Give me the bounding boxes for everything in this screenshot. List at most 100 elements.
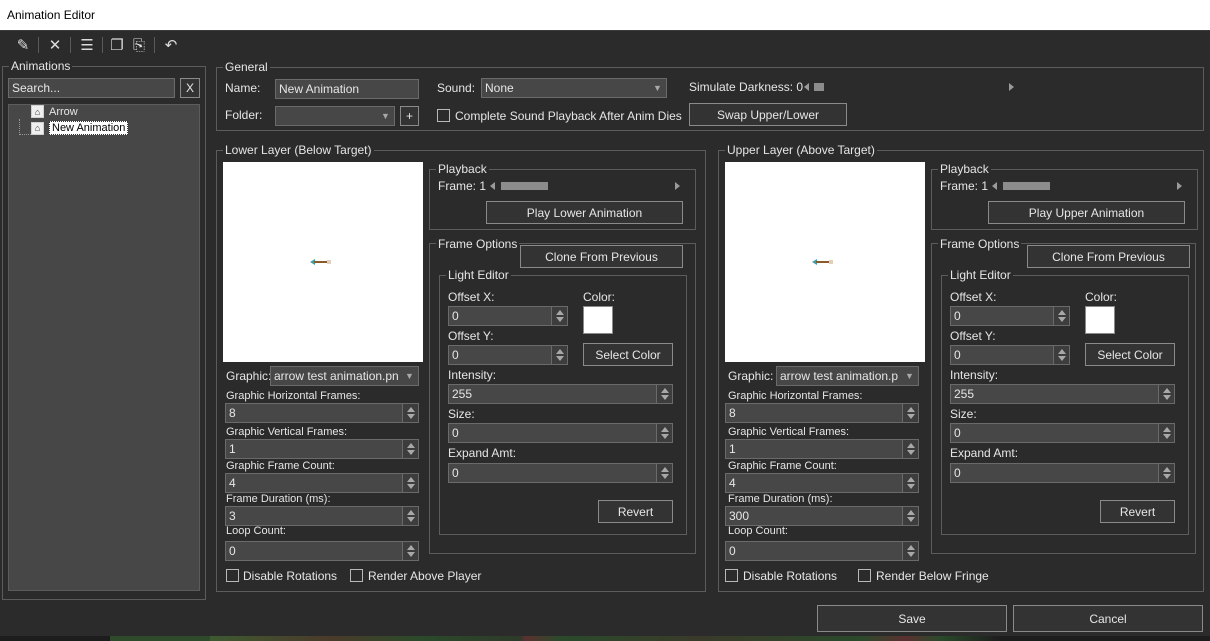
new-icon[interactable]: ✎ (12, 34, 34, 56)
upper-frame-slider[interactable] (992, 180, 1182, 192)
upper-offset-x-input[interactable]: 0 (950, 306, 1070, 326)
spinner-icon[interactable] (1158, 464, 1174, 482)
spinner-icon[interactable] (902, 440, 918, 458)
spinner-icon[interactable] (402, 440, 418, 458)
spinner-icon[interactable] (1158, 385, 1174, 403)
upper-revert-button[interactable]: Revert (1100, 500, 1175, 523)
lower-disable-rotations-label: Disable Rotations (243, 569, 338, 583)
upper-playback-label: Playback (938, 162, 991, 176)
slider-thumb[interactable] (814, 83, 824, 91)
slider-thumb[interactable] (1003, 182, 1050, 190)
spinner-icon[interactable] (402, 507, 418, 525)
upper-intensity-label: Intensity: (950, 368, 999, 382)
save-button[interactable]: Save (817, 605, 1007, 632)
animations-tree[interactable]: ⌂ Arrow ⌂ New Animation (8, 104, 200, 591)
upper-hframes-input[interactable]: 8 (725, 403, 919, 423)
cancel-button[interactable]: Cancel (1013, 605, 1203, 632)
lower-loop-input[interactable]: 0 (225, 541, 419, 561)
lower-offset-y-input[interactable]: 0 (448, 345, 568, 365)
spinner-icon[interactable] (551, 307, 567, 325)
spinner-icon[interactable] (551, 346, 567, 364)
animation-file-icon: ⌂ (31, 105, 44, 118)
lower-clone-from-previous-button[interactable]: Clone From Previous (520, 245, 683, 268)
spinner-icon[interactable] (902, 542, 918, 560)
simulate-darkness-slider[interactable] (804, 81, 1014, 93)
spinner-icon[interactable] (1158, 424, 1174, 442)
spinner-icon[interactable] (402, 404, 418, 422)
spinner-icon[interactable] (902, 404, 918, 422)
lower-size-value: 0 (452, 426, 459, 440)
lower-expand-input[interactable]: 0 (448, 463, 673, 483)
upper-preview-canvas[interactable] (725, 162, 925, 362)
add-folder-button[interactable]: + (400, 106, 419, 126)
lower-preview-canvas[interactable] (223, 162, 423, 362)
properties-icon[interactable]: ☰ (76, 34, 98, 56)
search-input[interactable]: Search... (8, 78, 175, 98)
lower-vframes-input[interactable]: 1 (225, 439, 419, 459)
upper-vframes-input[interactable]: 1 (725, 439, 919, 459)
upper-select-color-button[interactable]: Select Color (1085, 343, 1175, 366)
lower-size-input[interactable]: 0 (448, 423, 673, 443)
chevron-down-icon: ▼ (405, 371, 414, 381)
spinner-icon[interactable] (1053, 346, 1069, 364)
play-lower-animation-button[interactable]: Play Lower Animation (486, 201, 683, 224)
upper-frame-options-label: Frame Options (938, 237, 1022, 251)
lower-graphic-select[interactable]: arrow test animation.pn ▼ (270, 366, 419, 386)
upper-intensity-input[interactable]: 255 (950, 384, 1175, 404)
general-label: General (223, 60, 270, 74)
spinner-icon[interactable] (402, 542, 418, 560)
lower-duration-input[interactable]: 3 (225, 506, 419, 526)
lower-frame-count-input[interactable]: 4 (225, 473, 419, 493)
upper-duration-input[interactable]: 300 (725, 506, 919, 526)
lower-intensity-input[interactable]: 255 (448, 384, 673, 404)
complete-sound-checkbox[interactable] (437, 109, 450, 122)
lower-disable-rotations-checkbox[interactable] (226, 569, 239, 582)
delete-icon[interactable]: ✕ (44, 34, 66, 56)
render-below-fringe-checkbox[interactable] (858, 569, 871, 582)
name-input[interactable]: New Animation (275, 79, 419, 99)
undo-icon[interactable]: ↶ (160, 34, 182, 56)
upper-expand-value: 0 (954, 466, 961, 480)
upper-disable-rotations-label: Disable Rotations (743, 569, 838, 583)
upper-disable-rotations-checkbox[interactable] (725, 569, 738, 582)
upper-loop-label: Loop Count: (728, 525, 788, 537)
lower-revert-button[interactable]: Revert (598, 500, 673, 523)
upper-expand-input[interactable]: 0 (950, 463, 1175, 483)
spinner-icon[interactable] (402, 474, 418, 492)
lower-frame-count-label: Graphic Frame Count: (226, 460, 335, 472)
upper-frame-count-value: 4 (729, 476, 736, 490)
upper-clone-from-previous-button[interactable]: Clone From Previous (1027, 245, 1190, 268)
spinner-icon[interactable] (902, 474, 918, 492)
spinner-icon[interactable] (656, 424, 672, 442)
lower-select-color-button[interactable]: Select Color (583, 343, 673, 366)
chevron-down-icon: ▼ (905, 371, 914, 381)
folder-select[interactable]: ▼ (275, 106, 395, 126)
tree-item-arrow[interactable]: ⌂ Arrow (31, 105, 78, 118)
upper-color-swatch[interactable] (1085, 306, 1115, 334)
tree-item-new-animation[interactable]: ⌂ New Animation (31, 121, 129, 135)
spinner-icon[interactable] (656, 385, 672, 403)
upper-offset-y-input[interactable]: 0 (950, 345, 1070, 365)
play-upper-animation-button[interactable]: Play Upper Animation (988, 201, 1185, 224)
spinner-icon[interactable] (656, 464, 672, 482)
spinner-icon[interactable] (1053, 307, 1069, 325)
lower-hframes-input[interactable]: 8 (225, 403, 419, 423)
upper-offset-y-label: Offset Y: (950, 329, 996, 343)
upper-loop-input[interactable]: 0 (725, 541, 919, 561)
copy-icon[interactable]: ❐ (106, 34, 128, 56)
upper-frame-count-input[interactable]: 4 (725, 473, 919, 493)
upper-duration-value: 300 (729, 509, 750, 523)
lower-color-swatch[interactable] (583, 306, 613, 334)
paste-icon[interactable]: ⎘ (128, 34, 150, 56)
slider-thumb[interactable] (501, 182, 548, 190)
swap-upper-lower-button[interactable]: Swap Upper/Lower (689, 103, 847, 126)
clear-search-button[interactable]: X (180, 78, 200, 98)
sound-select[interactable]: None ▼ (481, 78, 667, 98)
spinner-icon[interactable] (902, 507, 918, 525)
lower-frame-slider[interactable] (490, 180, 680, 192)
upper-graphic-select[interactable]: arrow test animation.p ▼ (776, 366, 919, 386)
lower-offset-x-input[interactable]: 0 (448, 306, 568, 326)
render-above-player-checkbox[interactable] (350, 569, 363, 582)
lower-offset-y-label: Offset Y: (448, 329, 494, 343)
upper-size-input[interactable]: 0 (950, 423, 1175, 443)
